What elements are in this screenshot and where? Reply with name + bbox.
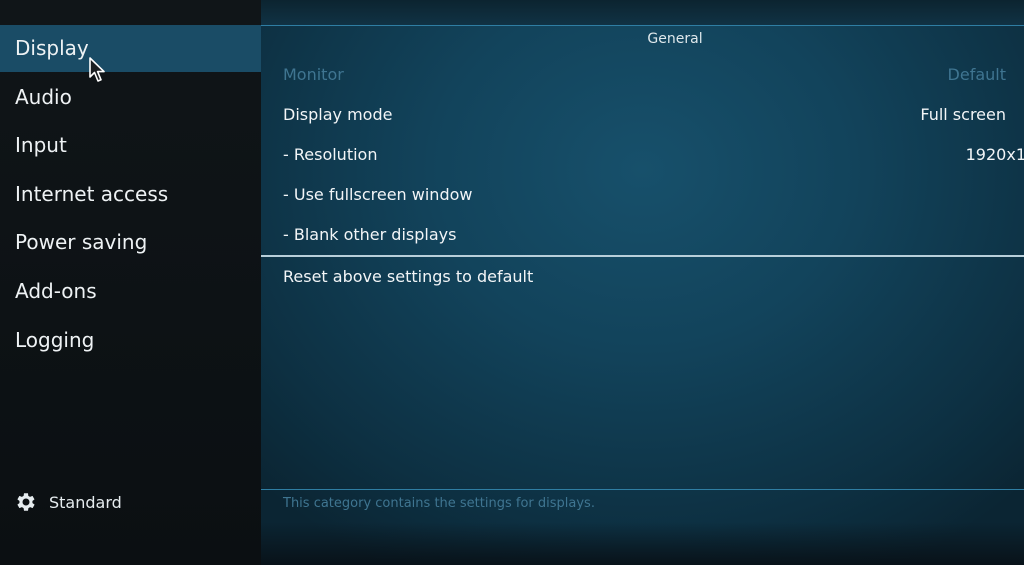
sidebar-item-input[interactable]: Input [0,122,261,169]
sidebar-item-add-ons[interactable]: Add-ons [0,268,261,315]
sidebar: Display Audio Input Internet access Powe… [0,0,261,565]
setting-display-mode[interactable]: Display mode Full screen [261,95,1024,135]
sidebar-item-logging[interactable]: Logging [0,317,261,364]
sidebar-item-audio[interactable]: Audio [0,74,261,121]
setting-value: 1920x1 [965,145,1024,164]
setting-label: - Use fullscreen window [283,185,473,204]
setting-monitor: Monitor Default [261,55,1024,95]
sidebar-item-display[interactable]: Display [0,25,261,72]
sidebar-item-internet-access[interactable]: Internet access [0,171,261,218]
setting-label: Display mode [283,105,393,124]
settings-panel: General Monitor Default Display mode Ful… [261,0,1024,565]
reset-label: Reset above settings to default [283,267,534,286]
sidebar-item-power-saving[interactable]: Power saving [0,219,261,266]
settings-level-label: Standard [49,492,122,512]
top-bar [261,0,1024,25]
section-title: General [647,31,703,47]
bottom-divider [261,489,1024,490]
setting-blank-other-displays[interactable]: - Blank other displays [261,215,1024,255]
gear-icon [17,493,35,511]
category-description: This category contains the settings for … [283,496,595,511]
setting-value: Full screen [920,105,1006,124]
setting-label: - Blank other displays [283,225,457,244]
setting-value: Default [947,65,1006,84]
setting-label: - Resolution [283,145,378,164]
settings-window: Display Audio Input Internet access Powe… [0,0,1024,565]
bottom-shade [261,522,1024,565]
setting-label: Monitor [283,65,344,84]
setting-use-fullscreen-window[interactable]: - Use fullscreen window [261,175,1024,215]
top-divider [261,25,1024,26]
reset-defaults-button[interactable]: Reset above settings to default [261,257,1024,297]
setting-resolution[interactable]: - Resolution 1920x1 [261,135,1024,175]
settings-level-button[interactable]: Standard [14,488,122,516]
